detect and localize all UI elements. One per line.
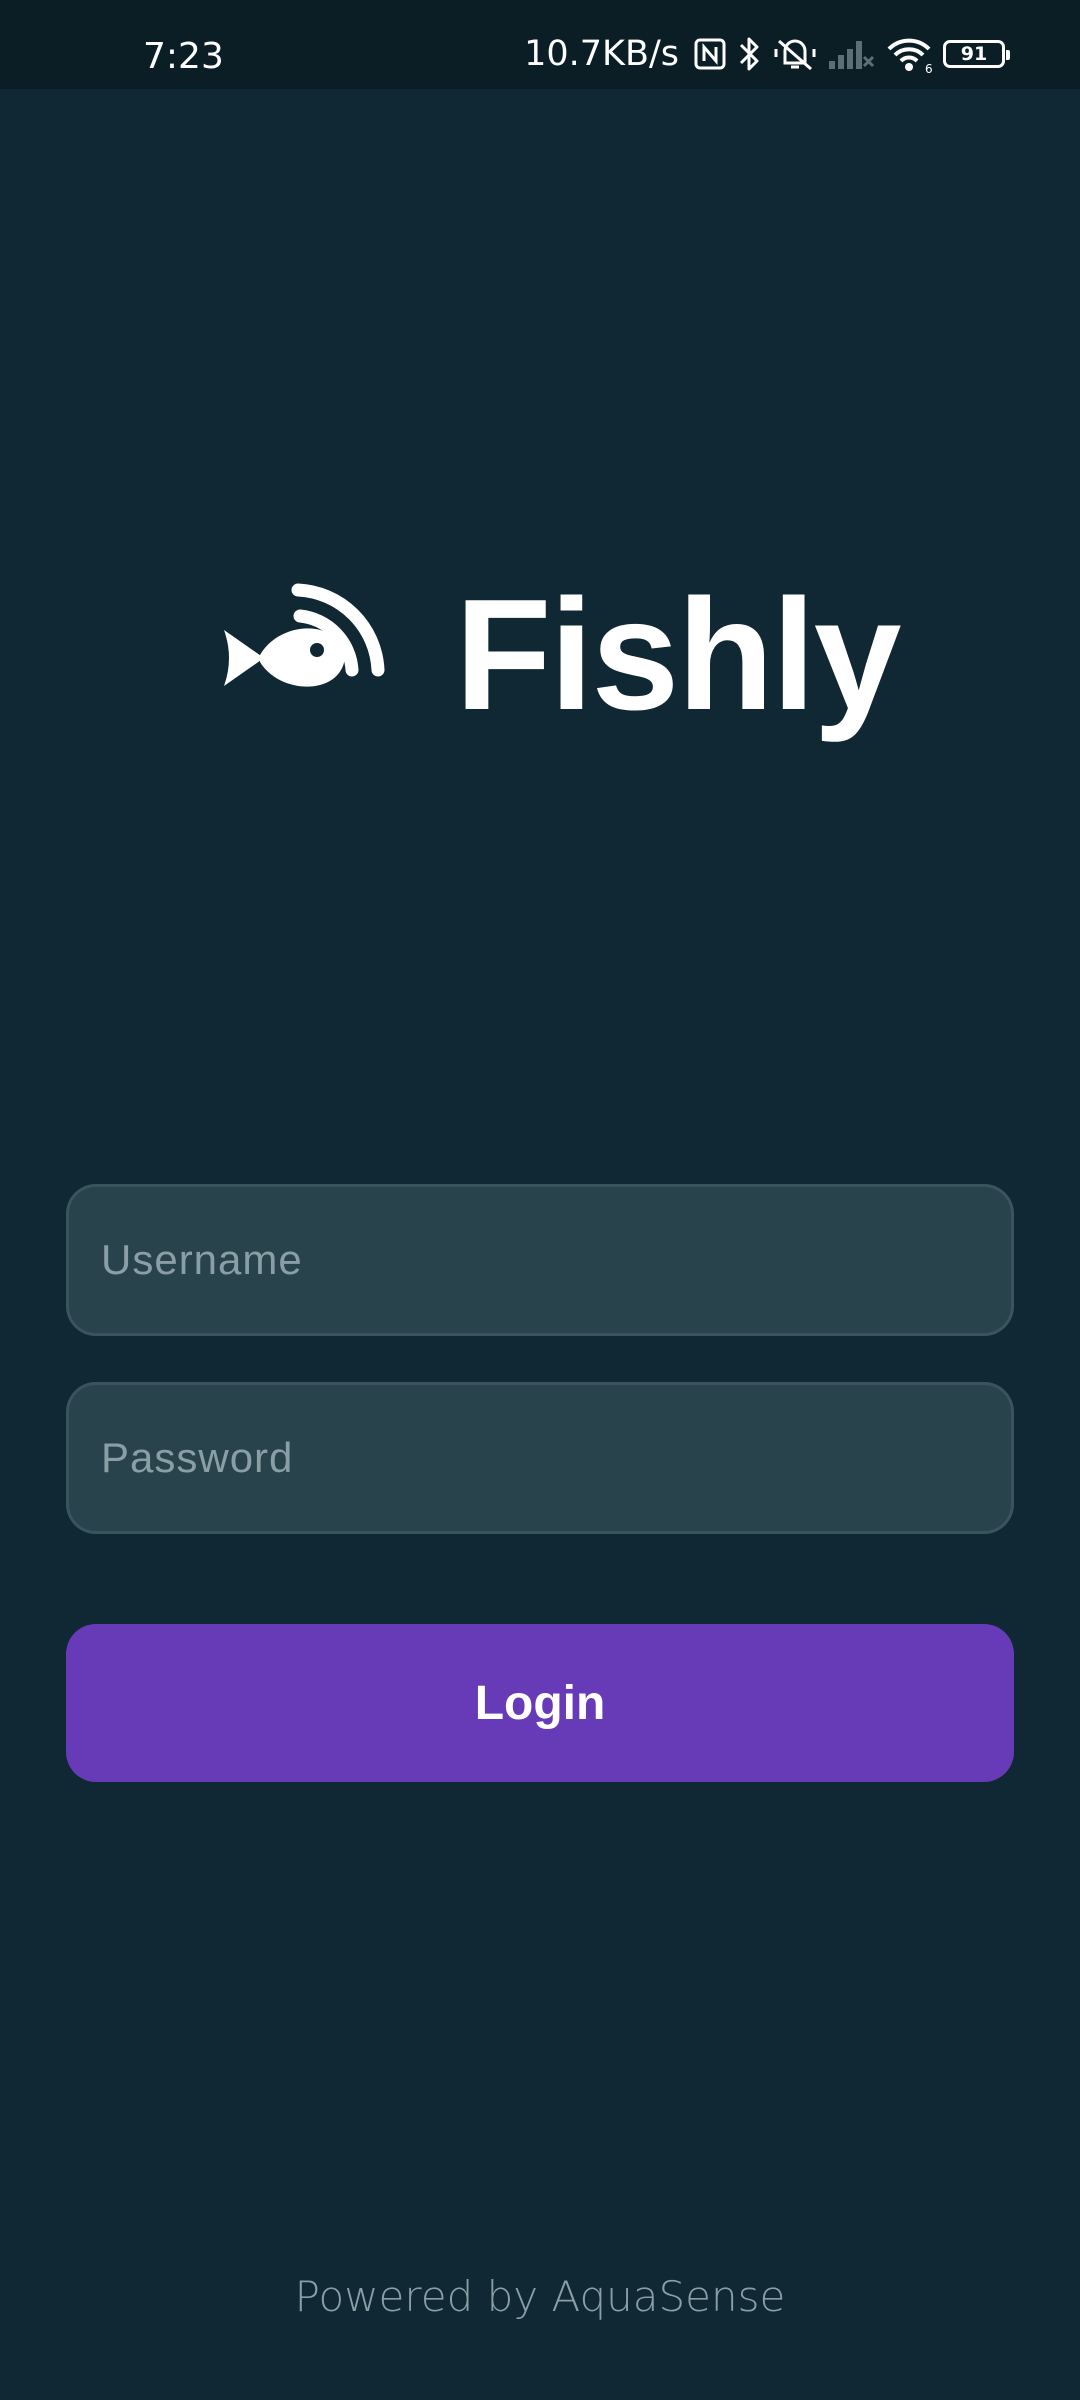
silent-icon (773, 35, 817, 73)
powered-by-footer: Powered by AquaSense (294, 2272, 786, 2321)
status-bar: 7:23 10.7KB/s 6 91 (0, 0, 1080, 89)
fish-signal-icon (220, 570, 390, 725)
network-speed: 10.7KB/s (524, 34, 679, 74)
login-button[interactable]: Login (66, 1624, 1014, 1782)
nfc-icon (693, 37, 727, 71)
password-field[interactable] (66, 1382, 1014, 1534)
username-input[interactable] (69, 1187, 1011, 1333)
status-time: 7:23 (143, 36, 224, 77)
signal-icon (827, 37, 875, 71)
bluetooth-icon (737, 35, 763, 73)
username-field[interactable] (66, 1184, 1014, 1336)
svg-text:6: 6 (925, 62, 933, 73)
login-button-label: Login (474, 1676, 606, 1730)
wifi-icon: 6 (885, 35, 933, 73)
status-icons: 10.7KB/s 6 91 (524, 34, 1010, 74)
app-logo: Fishly (220, 560, 902, 760)
battery-icon: 91 (943, 40, 1010, 68)
battery-level: 91 (960, 43, 988, 65)
app-title: Fishly (455, 567, 902, 743)
password-input[interactable] (69, 1385, 1011, 1531)
